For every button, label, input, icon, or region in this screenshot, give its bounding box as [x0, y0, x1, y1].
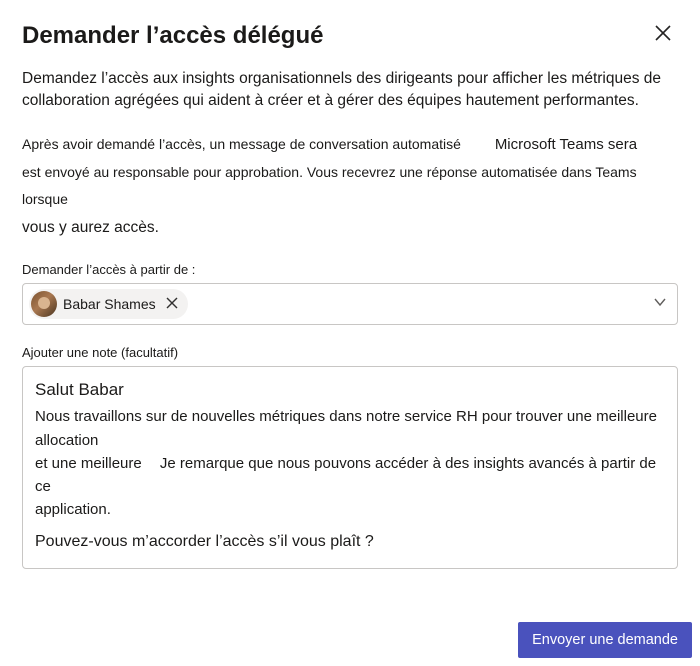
close-icon	[654, 24, 672, 42]
note-label: Ajouter une note (facultatif)	[22, 345, 678, 360]
dialog-desc-part1: Après avoir demandé l’accès, un message …	[22, 136, 461, 152]
request-delegate-access-dialog: Demander l’accès délégué Demandez l’accè…	[0, 0, 700, 629]
remove-person-button[interactable]	[162, 296, 182, 313]
chevron-down-icon	[653, 295, 667, 309]
access-from-picker[interactable]: Babar Shames	[22, 283, 678, 325]
dialog-desc-part3: vous y aurez accès.	[22, 219, 159, 236]
note-line3: application.	[35, 501, 111, 518]
note-question: Pouvez-vous m’accorder l’accès s’il vous…	[35, 530, 665, 555]
submit-button[interactable]: Envoyer une demande	[518, 622, 692, 658]
close-icon	[166, 297, 178, 309]
person-chip-name: Babar Shames	[63, 296, 156, 312]
dialog-desc-part2: est envoyé au responsable pour approbati…	[22, 164, 637, 207]
person-chip: Babar Shames	[29, 289, 188, 319]
note-line1: Nous travaillons sur de nouvelles métriq…	[35, 408, 657, 448]
dialog-intro: Demandez l’accès aux insights organisati…	[22, 68, 678, 113]
dialog-title: Demander l’accès délégué	[22, 22, 323, 50]
note-textarea[interactable]: Salut Babar Nous travaillons sur de nouv…	[22, 366, 678, 569]
dropdown-toggle[interactable]	[653, 295, 667, 314]
note-body: Nous travaillons sur de nouvelles métriq…	[35, 405, 665, 521]
dialog-desc-teams: Microsoft Teams sera	[495, 131, 637, 160]
note-greeting: Salut Babar	[35, 377, 665, 403]
note-line2a: et une meilleure	[35, 455, 142, 472]
dialog-description: Après avoir demandé l’accès, un message …	[22, 131, 678, 242]
access-from-label: Demander l’accès à partir de :	[22, 262, 678, 277]
avatar	[31, 291, 57, 317]
close-button[interactable]	[648, 22, 678, 48]
